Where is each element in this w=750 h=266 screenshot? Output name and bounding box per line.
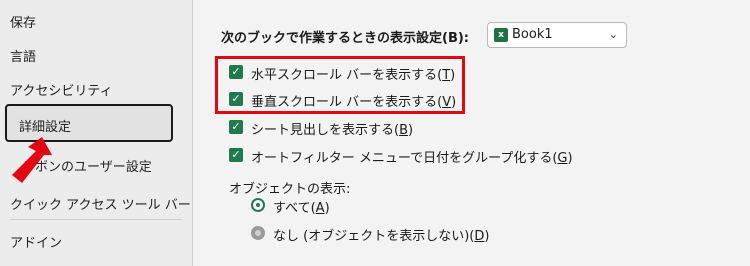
advanced-settings-panel: 次のブックで作業するときの表示設定(B): x Book1 ⌄ ✓ 水平スクロー…	[193, 0, 750, 266]
objects-display-label: オブジェクトの表示:	[229, 182, 351, 197]
options-sidebar: 保存 言語 アクセシビリティ 詳細設定 リボンのユーザー設定 クイック アクセス…	[0, 0, 193, 266]
radio-accelerator: D	[474, 229, 485, 244]
checkbox-checked-icon[interactable]: ✓	[229, 120, 243, 134]
radio-unselected-icon[interactable]	[251, 226, 265, 240]
sidebar-item-addins[interactable]: アドイン	[10, 232, 62, 251]
sidebar-item-accessibility[interactable]: アクセシビリティ	[10, 80, 113, 99]
radio-all-label[interactable]: すべて(A)	[273, 197, 330, 216]
sidebar-item-quick-access-toolbar[interactable]: クイック アクセス ツール バー	[10, 194, 191, 213]
workbook-select-value: Book1	[512, 27, 553, 42]
option-label: オートフィルター メニューで日付をグループ化する(	[251, 151, 558, 166]
workbook-select[interactable]: x Book1 ⌄	[487, 22, 627, 48]
option-label-suffix: )	[408, 123, 414, 138]
chevron-down-icon: ⌄	[608, 28, 618, 41]
sidebar-item-language[interactable]: 言語	[10, 46, 36, 65]
radio-label-suffix: )	[484, 229, 490, 244]
radio-selected-icon[interactable]	[251, 198, 265, 212]
option-label: シート見出しを表示する(	[251, 123, 400, 138]
checkbox-checked-icon[interactable]: ✓	[229, 92, 243, 106]
radio-label: なし (オブジェクトを表示しない)(	[273, 229, 475, 244]
checkbox-checked-icon[interactable]: ✓	[229, 148, 243, 162]
radio-label: すべて(	[273, 201, 316, 216]
sidebar-divider	[10, 219, 182, 220]
radio-label-suffix: )	[324, 201, 330, 216]
option-accelerator: V	[442, 95, 452, 110]
radio-accelerator: A	[315, 201, 325, 216]
red-arrow-annotation	[12, 137, 52, 183]
option-accelerator: B	[399, 123, 408, 138]
option-label: 垂直スクロール バーを表示する(	[251, 95, 443, 110]
radio-none-label[interactable]: なし (オブジェクトを表示しない)(D)	[273, 225, 489, 244]
option-label-suffix: )	[450, 68, 456, 83]
option-accelerator: G	[557, 151, 568, 166]
option-label-suffix: )	[567, 151, 573, 166]
option-label: 水平スクロール バーを表示する(	[251, 68, 443, 83]
option-label-suffix: )	[451, 95, 457, 110]
option-accelerator: T	[442, 68, 451, 83]
section-label-workbook-display: 次のブックで作業するときの表示設定(B):	[221, 31, 469, 46]
checkbox-checked-icon[interactable]: ✓	[229, 65, 243, 79]
excel-icon: x	[494, 28, 508, 42]
sidebar-item-save[interactable]: 保存	[10, 12, 36, 31]
